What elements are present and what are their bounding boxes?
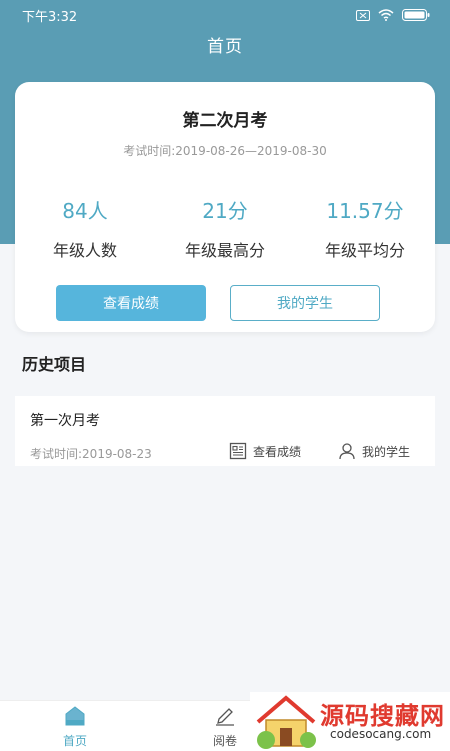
current-exam-card: 第二次月考 考试时间:2019-08-26—2019-08-30 84人 年级人… — [15, 82, 435, 332]
house-logo-icon — [256, 695, 316, 749]
stat-value: 84人 — [62, 199, 108, 223]
history-exam-name: 第一次月考 — [30, 413, 100, 429]
stat-value: 11.57分 — [326, 199, 404, 223]
history-view-scores-button[interactable]: 查看成绩 — [229, 442, 301, 460]
watermark-en: codesocang.com — [330, 727, 432, 741]
stat-label: 年级最高分 — [184, 241, 265, 260]
status-time: 下午3:32 — [22, 9, 78, 25]
my-students-button[interactable]: 我的学生 — [230, 285, 380, 321]
history-item[interactable]: 第一次月考 考试时间:2019-08-23 查看成绩 我的学生 — [15, 396, 435, 466]
user-icon — [339, 443, 355, 460]
stat-label: 年级人数 — [52, 241, 117, 260]
history-section-title: 历史项目 — [22, 355, 87, 374]
view-scores-button[interactable]: 查看成绩 — [56, 285, 206, 321]
stat-label: 年级平均分 — [324, 241, 405, 260]
history-my-students-button[interactable]: 我的学生 — [338, 442, 410, 460]
history-exam-time: 考试时间:2019-08-23 — [30, 447, 152, 461]
battery-icon — [402, 9, 430, 21]
tab-home-label: 首页 — [62, 734, 87, 748]
stat-grade-count: 84人 年级人数 — [15, 194, 155, 261]
history-view-scores-label: 查看成绩 — [253, 444, 302, 459]
exam-name: 第二次月考 — [182, 111, 268, 131]
stat-value: 21分 — [202, 199, 248, 223]
report-icon — [229, 442, 247, 460]
wifi-icon — [378, 9, 394, 21]
stat-max-score: 21分 年级最高分 — [155, 194, 295, 261]
notification-icon — [356, 9, 370, 21]
history-my-students-label: 我的学生 — [362, 444, 411, 459]
exam-stats: 84人 年级人数 21分 年级最高分 11.57分 年级平均分 — [15, 194, 435, 261]
status-icons — [356, 9, 430, 21]
status-bar: 下午3:32 — [0, 0, 450, 30]
exam-time: 考试时间:2019-08-26—2019-08-30 — [123, 144, 327, 158]
stat-avg-score: 11.57分 年级平均分 — [295, 194, 435, 261]
watermark: 源码搜藏网 codesocang.com — [250, 692, 450, 750]
pen-icon — [216, 708, 234, 726]
page-title: 首页 — [207, 37, 243, 57]
home-icon — [65, 706, 85, 726]
tab-home[interactable]: 首页 — [40, 705, 110, 749]
watermark-cn: 源码搜藏网 — [320, 702, 445, 730]
